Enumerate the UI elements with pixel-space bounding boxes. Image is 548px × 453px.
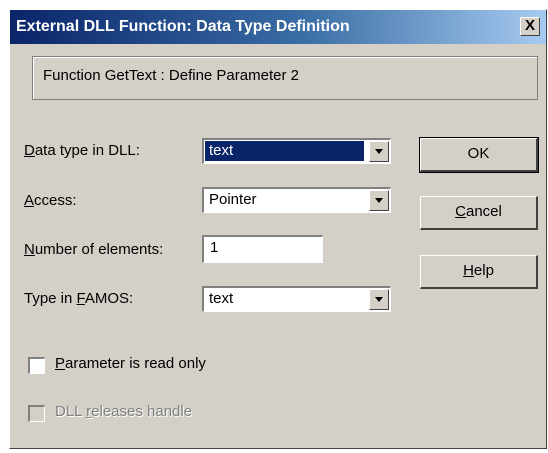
close-button[interactable]: X xyxy=(520,17,540,36)
cancel-button[interactable]: Cancel xyxy=(420,196,538,230)
access-combobox[interactable]: Pointer xyxy=(202,187,391,213)
famos-type-combobox[interactable]: text xyxy=(202,286,391,312)
dll-releases-checkbox xyxy=(28,405,45,422)
dll-releases-label: DLL releases handle xyxy=(55,403,193,420)
num-elements-label: Number of elements: xyxy=(24,241,164,258)
close-x-icon: X xyxy=(524,17,535,34)
dropdown-arrow-icon[interactable] xyxy=(369,141,389,162)
help-button[interactable]: Help xyxy=(420,255,538,289)
dropdown-arrow-icon[interactable] xyxy=(369,190,389,211)
window-title: External DLL Function: Data Type Definit… xyxy=(16,18,350,35)
function-header-text: Function GetText : Define Parameter 2 xyxy=(43,67,299,84)
ok-button[interactable]: OK xyxy=(419,137,539,173)
dll-datatype-dialog: External DLL Function: Data Type Definit… xyxy=(9,9,547,449)
famos-type-value: text xyxy=(209,290,234,307)
read-only-label[interactable]: Parameter is read only xyxy=(55,355,206,372)
data-type-value: text xyxy=(205,141,364,161)
data-type-combobox[interactable]: text xyxy=(202,138,391,164)
read-only-checkbox[interactable] xyxy=(28,357,45,374)
num-elements-input[interactable]: 1 xyxy=(202,235,323,263)
access-label: Access: xyxy=(24,192,77,209)
title-bar: External DLL Function: Data Type Definit… xyxy=(10,10,546,44)
function-header-box: Function GetText : Define Parameter 2 xyxy=(32,56,538,100)
data-type-label: Data type in DLL: xyxy=(24,142,140,159)
dropdown-arrow-icon[interactable] xyxy=(369,289,389,310)
famos-type-label: Type in FAMOS: xyxy=(24,290,134,307)
access-value: Pointer xyxy=(209,191,257,208)
